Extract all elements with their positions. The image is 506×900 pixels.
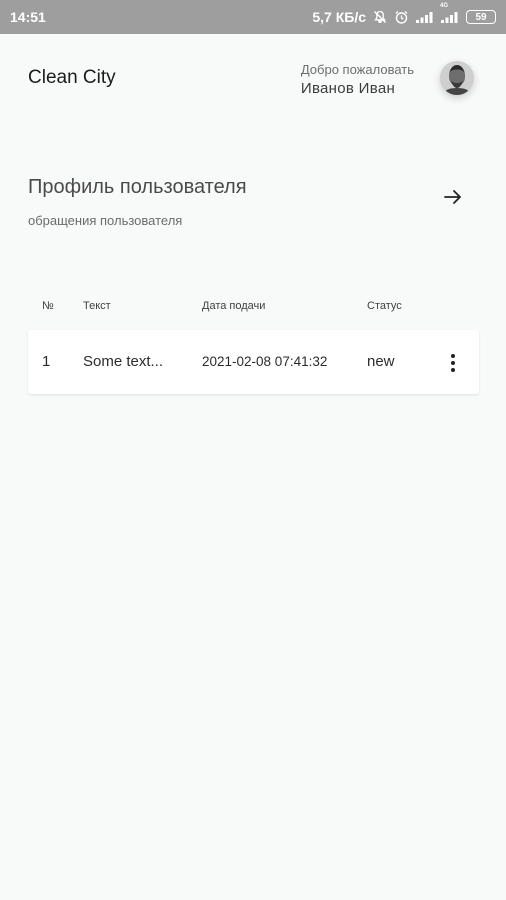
status-bar: 14:51 5,7 КБ/с 4G 59 bbox=[0, 0, 506, 34]
avatar[interactable] bbox=[440, 61, 474, 95]
battery-level: 59 bbox=[475, 11, 487, 23]
row-menu-button[interactable] bbox=[444, 350, 462, 376]
row-status: new bbox=[367, 353, 395, 370]
arrow-right-icon bbox=[444, 190, 461, 204]
user-name: Иванов Иван bbox=[300, 80, 396, 97]
forward-button[interactable] bbox=[440, 184, 466, 210]
row-date: 2021-02-08 07:41:32 bbox=[202, 354, 328, 369]
battery-icon: 59 bbox=[466, 10, 496, 24]
alarm-icon bbox=[394, 10, 409, 25]
signal-icon bbox=[416, 11, 434, 23]
table-row[interactable]: 1 Some text... 2021-02-08 07:41:32 new bbox=[28, 330, 479, 394]
column-header-text: Текст bbox=[83, 300, 111, 312]
avatar-photo-icon bbox=[440, 61, 474, 95]
column-header-status: Статус bbox=[367, 300, 402, 312]
mute-icon bbox=[373, 10, 387, 24]
status-indicators: 5,7 КБ/с 4G 59 bbox=[312, 3, 496, 25]
more-vertical-icon bbox=[451, 354, 455, 358]
row-number: 1 bbox=[42, 353, 51, 370]
network-type: 4G bbox=[440, 3, 449, 9]
welcome-block: Добро пожаловать Иванов Иван bbox=[301, 62, 414, 97]
signal-4g-icon: 4G bbox=[440, 3, 459, 23]
column-header-date: Дата подачи bbox=[202, 300, 266, 312]
page-subtitle: обращения пользователя bbox=[28, 213, 183, 228]
page-title: Профиль пользователя bbox=[28, 176, 247, 198]
table-header: № Текст Дата подачи Статус bbox=[28, 300, 478, 316]
net-speed: 5,7 КБ/с bbox=[312, 9, 366, 25]
column-header-number: № bbox=[42, 300, 54, 312]
app-brand: Clean City bbox=[28, 67, 116, 88]
status-time: 14:51 bbox=[10, 9, 46, 25]
row-text: Some text... bbox=[83, 353, 164, 370]
welcome-text: Добро пожаловать bbox=[300, 62, 414, 77]
